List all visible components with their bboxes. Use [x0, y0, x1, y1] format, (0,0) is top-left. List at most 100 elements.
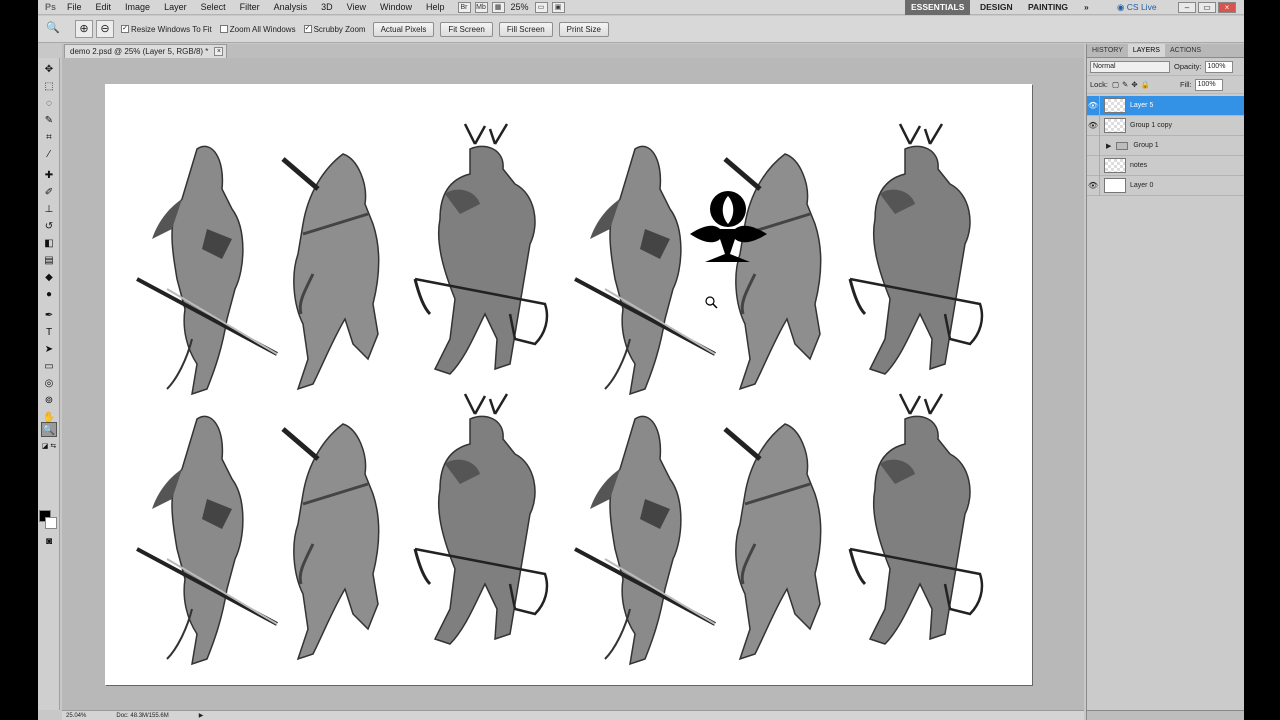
- eraser-tool-icon[interactable]: ◧: [41, 236, 57, 251]
- fit-screen-button[interactable]: Fit Screen: [440, 21, 493, 37]
- history-brush-tool-icon[interactable]: ↺: [41, 219, 57, 234]
- minimize-button[interactable]: –: [1178, 2, 1196, 13]
- type-tool-icon[interactable]: T: [41, 325, 57, 340]
- layers-list: 👁 Layer 5 👁 Group 1 copy ▶ Group 1 notes: [1087, 95, 1244, 196]
- menu-image[interactable]: Image: [118, 0, 157, 15]
- menu-edit[interactable]: Edit: [89, 0, 119, 15]
- menu-layer[interactable]: Layer: [157, 0, 194, 15]
- menu-view[interactable]: View: [340, 0, 373, 15]
- eye-icon[interactable]: 👁: [1087, 115, 1100, 136]
- cs-live-button[interactable]: ◉ CS Live: [1111, 0, 1163, 15]
- menu-select[interactable]: Select: [194, 0, 233, 15]
- path-selection-tool-icon[interactable]: ➤: [41, 342, 57, 357]
- zoom-out-icon[interactable]: ⊖: [96, 20, 114, 38]
- menu-file[interactable]: File: [60, 0, 89, 15]
- clone-stamp-tool-icon[interactable]: ⊥: [41, 202, 57, 217]
- lasso-tool-icon[interactable]: ◌: [41, 96, 57, 111]
- menu-help[interactable]: Help: [419, 0, 452, 15]
- menu-filter[interactable]: Filter: [233, 0, 267, 15]
- close-tab-icon[interactable]: ×: [214, 47, 224, 56]
- menu-window[interactable]: Window: [373, 0, 419, 15]
- eye-icon[interactable]: 👁: [1087, 95, 1100, 116]
- default-colors-icon[interactable]: ◪ ⇆: [41, 439, 57, 454]
- sketch-figure: [413, 122, 549, 376]
- blend-mode-dropdown[interactable]: Normal: [1090, 60, 1170, 73]
- blur-tool-icon[interactable]: ◆: [41, 270, 57, 285]
- restore-button[interactable]: ▭: [1198, 2, 1216, 13]
- layer-row-layer-5[interactable]: 👁 Layer 5: [1087, 95, 1244, 116]
- print-size-button[interactable]: Print Size: [558, 21, 609, 37]
- fill-label: Fill:: [1179, 80, 1192, 89]
- dodge-tool-icon[interactable]: ●: [41, 287, 57, 302]
- checkbox-icon: ✓: [303, 25, 312, 33]
- zoom-tool-preset-icon[interactable]: 🔍: [44, 20, 62, 38]
- background-color-swatch[interactable]: [45, 517, 57, 529]
- layer-row-group-1-copy[interactable]: 👁 Group 1 copy: [1087, 115, 1244, 136]
- layer-row-layer-0[interactable]: 👁 Layer 0: [1087, 175, 1244, 196]
- workspace-essentials[interactable]: ESSENTIALS: [905, 0, 971, 15]
- opacity-label: Opacity:: [1174, 62, 1202, 71]
- quick-select-tool-icon[interactable]: ✎: [41, 113, 57, 128]
- gradient-tool-icon[interactable]: ▤: [41, 253, 57, 268]
- healing-brush-tool-icon[interactable]: ✚: [41, 168, 57, 183]
- move-tool-icon[interactable]: ✥: [41, 62, 57, 77]
- zoom-in-icon[interactable]: ⊕: [75, 20, 93, 38]
- workspace-design[interactable]: DESIGN: [974, 0, 1019, 15]
- layers-panel: HISTORY LAYERS ACTIONS Normal Opacity: 1…: [1086, 44, 1244, 720]
- eye-icon[interactable]: 👁: [1087, 175, 1100, 196]
- lock-all-icon[interactable]: 🔒: [1141, 80, 1150, 89]
- document-canvas[interactable]: [105, 84, 1032, 685]
- zoom-all-windows-checkbox[interactable]: Zoom All Windows: [219, 25, 296, 34]
- layer-name: Layer 0: [1130, 182, 1154, 189]
- status-doc-size[interactable]: Doc: 48.3M/155.6M: [116, 713, 168, 719]
- tab-actions[interactable]: ACTIONS: [1165, 44, 1206, 57]
- expand-triangle-icon[interactable]: ▶: [1106, 142, 1111, 150]
- checkbox-icon: ✓: [121, 25, 129, 33]
- arrange-documents-icon[interactable]: ▭: [534, 1, 548, 13]
- blend-row: Normal Opacity: 100%: [1087, 58, 1244, 76]
- resize-windows-checkbox[interactable]: ✓ Resize Windows To Fit: [121, 25, 212, 34]
- shape-tool-icon[interactable]: ▭: [41, 359, 57, 374]
- pen-tool-icon[interactable]: ✒: [41, 308, 57, 323]
- quick-mask-icon[interactable]: ◙: [41, 534, 57, 549]
- workspace-painting[interactable]: PAINTING: [1022, 0, 1074, 15]
- eye-empty-icon[interactable]: [1087, 135, 1100, 156]
- mini-bridge-button[interactable]: Mb: [474, 1, 488, 13]
- brush-tool-icon[interactable]: ✐: [41, 185, 57, 200]
- workspace-more-icon[interactable]: »: [1078, 0, 1095, 15]
- document-tab[interactable]: demo 2.psd @ 25% (Layer 5, RGB/8) * ×: [64, 44, 228, 58]
- lock-transparency-icon[interactable]: ▢: [1112, 80, 1119, 89]
- zoom-level-dropdown[interactable]: 25%: [511, 2, 529, 12]
- sketch-artwork: [135, 122, 984, 666]
- eye-empty-icon[interactable]: [1087, 155, 1100, 176]
- tab-history[interactable]: HISTORY: [1087, 44, 1128, 57]
- eyedropper-tool-icon[interactable]: ⁄: [41, 147, 57, 162]
- sketch-figure: [573, 414, 717, 666]
- status-zoom[interactable]: 25.04%: [66, 713, 86, 719]
- fill-input[interactable]: 100%: [1194, 78, 1223, 91]
- scrubby-zoom-checkbox[interactable]: ✓ Scrubby Zoom: [303, 25, 366, 34]
- layer-row-group-1[interactable]: ▶ Group 1: [1087, 135, 1244, 156]
- tab-layers[interactable]: LAYERS: [1127, 44, 1165, 57]
- menu-analysis[interactable]: Analysis: [267, 0, 315, 15]
- zoom-tool-icon[interactable]: 🔍: [41, 422, 57, 437]
- lock-position-icon[interactable]: ✥: [1131, 80, 1137, 89]
- layer-row-notes[interactable]: notes: [1087, 155, 1244, 176]
- marquee-tool-icon[interactable]: ⬚: [41, 79, 57, 94]
- status-arrow-icon[interactable]: ▶: [199, 712, 204, 719]
- lock-row: Lock: ▢ ✎ ✥ 🔒 Fill: 100%: [1087, 76, 1244, 94]
- cs-live-label: CS Live: [1126, 2, 1157, 12]
- 3d-rotate-tool-icon[interactable]: ◎: [41, 376, 57, 391]
- 3d-orbit-tool-icon[interactable]: ⊚: [41, 393, 57, 408]
- close-button[interactable]: ×: [1218, 2, 1236, 13]
- lock-pixels-icon[interactable]: ✎: [1122, 80, 1128, 89]
- menu-3d[interactable]: 3D: [314, 0, 340, 15]
- extras-icon[interactable]: ▦: [491, 1, 505, 13]
- actual-pixels-button[interactable]: Actual Pixels: [372, 21, 435, 37]
- screen-mode-icon[interactable]: ▣: [551, 1, 565, 13]
- fill-screen-button[interactable]: Fill Screen: [498, 21, 553, 37]
- crop-tool-icon[interactable]: ⌗: [41, 130, 57, 145]
- options-bar: 🔍 ⊕ ⊖ ✓ Resize Windows To Fit Zoom All Wi…: [38, 16, 1244, 43]
- bridge-button[interactable]: Br: [457, 1, 471, 13]
- opacity-input[interactable]: 100%: [1204, 60, 1233, 73]
